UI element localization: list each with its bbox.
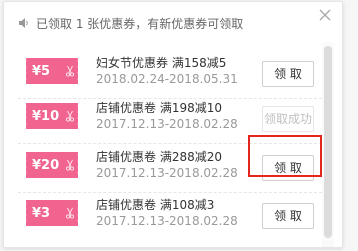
claim-button[interactable]: 领 取 xyxy=(262,61,314,87)
coupon-validity-dates: 2018.02.24-2018.05.31 xyxy=(96,72,238,86)
claim-success-button: 领取成功 xyxy=(262,106,314,132)
coupon-popup: 已领取 1 张优惠券，有新优惠券可领取 ¥5 妇女节优惠券 满158减5 201… xyxy=(3,1,343,248)
scissors-icon xyxy=(65,110,75,122)
popup-header: 已领取 1 张优惠券，有新优惠券可领取 xyxy=(4,2,342,42)
coupon-list: ¥5 妇女节优惠券 满158减5 2018.02.24-2018.05.31 领… xyxy=(4,42,342,247)
coupon-title: 店铺优惠卷 满288减20 xyxy=(96,150,222,164)
scissors-icon xyxy=(65,207,75,219)
coupon-title: 妇女节优惠券 满158减5 xyxy=(96,56,227,70)
coupon-row: ¥10 店铺优惠卷 满198减10 2017.12.13-2018.02.28 … xyxy=(4,95,322,144)
coupon-amount-tag: ¥10 xyxy=(24,103,80,129)
coupon-validity-dates: 2017.12.13-2018.02.28 xyxy=(96,117,238,131)
coupon-title: 店铺优惠卷 满108减3 xyxy=(96,198,215,212)
coupon-amount: ¥20 xyxy=(32,157,60,173)
scissors-icon xyxy=(65,159,75,171)
highlight-annotation-box xyxy=(248,135,322,177)
coupon-row: ¥3 店铺优惠卷 满108减3 2017.12.13-2018.02.28 领 … xyxy=(4,192,322,236)
coupon-amount-tag: ¥20 xyxy=(24,152,80,178)
coupon-status-text: 已领取 1 张优惠券，有新优惠券可领取 xyxy=(36,17,244,31)
coupon-amount-tag: ¥3 xyxy=(24,200,80,226)
scrollbar-thumb[interactable] xyxy=(324,46,332,238)
coupon-validity-dates: 2017.12.13-2018.02.28 xyxy=(96,166,238,180)
coupon-row: ¥5 妇女节优惠券 满158减5 2018.02.24-2018.05.31 领… xyxy=(4,50,322,99)
close-icon[interactable] xyxy=(317,7,333,23)
claim-button[interactable]: 领 取 xyxy=(262,203,314,229)
coupon-amount: ¥3 xyxy=(32,205,51,221)
coupon-amount-tag: ¥5 xyxy=(24,58,80,84)
coupon-amount: ¥10 xyxy=(32,108,60,124)
coupon-validity-dates: 2017.12.13-2018.02.28 xyxy=(96,214,238,228)
coupon-amount: ¥5 xyxy=(32,63,51,79)
scissors-icon xyxy=(65,65,75,77)
coupon-title: 店铺优惠卷 满198减10 xyxy=(96,101,222,115)
speaker-icon xyxy=(19,18,28,28)
